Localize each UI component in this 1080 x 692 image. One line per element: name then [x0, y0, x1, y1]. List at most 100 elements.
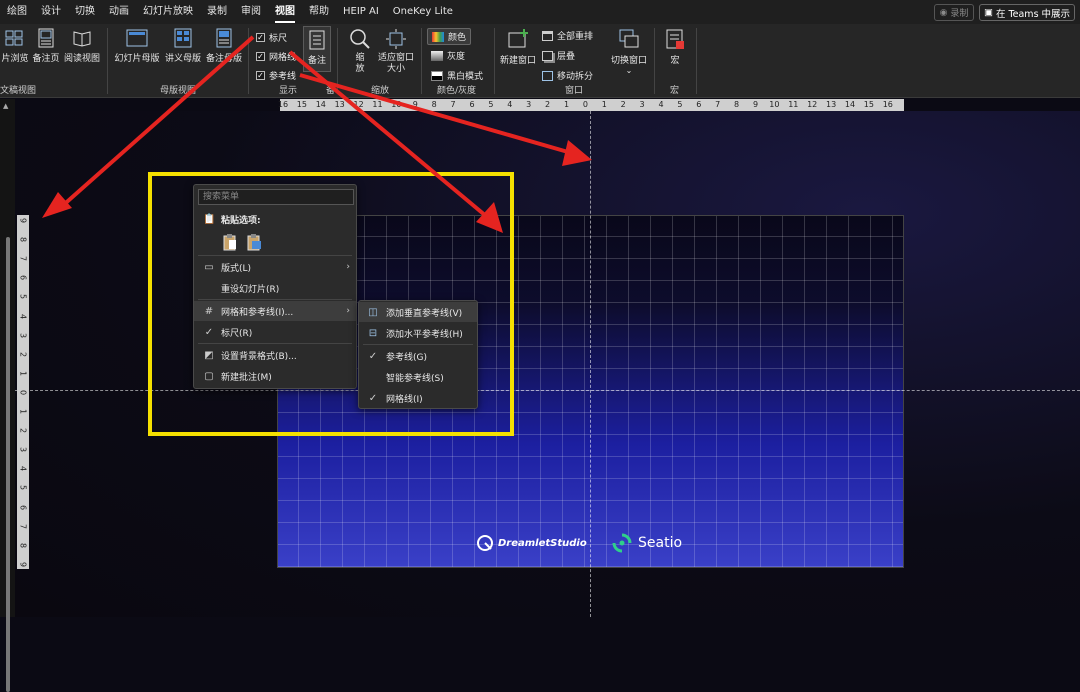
fit-window-icon — [386, 29, 406, 49]
color-button[interactable]: 颜色 — [427, 28, 472, 45]
fit-to-window-button[interactable]: 适应窗口大小 — [377, 28, 415, 75]
submenu-gridlines[interactable]: ✓ 网格线(I) — [359, 388, 477, 408]
paste-use-destination-icon[interactable] — [222, 233, 238, 251]
checkmark-icon: ✓ — [204, 326, 214, 338]
tab-review[interactable]: 审阅 — [234, 0, 268, 24]
menu-item-reset-slide-label: 重设幻灯片(R) — [221, 284, 280, 295]
paste-options-heading: 📋 粘贴选项: — [194, 209, 356, 229]
tab-design[interactable]: 设计 — [34, 0, 68, 24]
cascade-button[interactable]: 层叠 — [542, 49, 575, 62]
ruler-tick-label: 0 — [582, 100, 588, 109]
gridlines-checkbox-label: 网格线 — [269, 53, 297, 63]
color-palette-icon — [432, 31, 444, 42]
submenu-add-horizontal-guide-label: 添加水平参考线(H) — [386, 329, 463, 340]
tab-onekey-lite[interactable]: OneKey Lite — [386, 0, 460, 24]
slide-sorter-button[interactable]: 片浏览 — [0, 28, 30, 64]
ruler-tick-label: 8 — [18, 542, 28, 548]
vertical-scrollbar[interactable] — [6, 237, 10, 692]
guides-checkbox[interactable]: ✓ 参考线 — [256, 69, 296, 82]
group-label-master-views: 母版视图 — [160, 86, 197, 96]
ruler-tick-label: 1 — [601, 100, 607, 109]
arrange-all-icon — [542, 30, 553, 41]
ruler-tick-label: 16 — [277, 100, 289, 109]
ruler-tick-label: 4 — [658, 100, 664, 109]
notes-label: 备注 — [307, 56, 326, 66]
gridlines-checkbox[interactable]: ✓ 网格线 — [256, 50, 296, 63]
ruler-tick-label: 8 — [18, 237, 28, 243]
dreamlet-logo-text: DreamletStudio — [498, 537, 587, 549]
dreamlet-logo-icon — [477, 535, 493, 551]
thumbnail-pane: ▲ — [0, 99, 15, 692]
ruler-tick-label: 6 — [696, 100, 702, 109]
group-label-presentation-views: 文稿视图 — [0, 86, 37, 96]
submenu-add-horizontal-guide[interactable]: ⊟ 添加水平参考线(H) — [359, 323, 477, 343]
tab-animations[interactable]: 动画 — [102, 0, 136, 24]
submenu-gridlines-label: 网格线(I) — [386, 394, 423, 405]
submenu-add-vertical-guide[interactable]: ◫ 添加垂直参考线(V) — [359, 302, 477, 322]
group-label-zoom: 缩放 — [371, 86, 390, 96]
horizontal-guide-icon: ⊟ — [368, 327, 378, 339]
ruler-checkbox[interactable]: ✓ 标尺 — [256, 31, 287, 44]
tab-record[interactable]: 录制 — [200, 0, 234, 24]
context-menu: 搜索菜单 📋 粘贴选项: ▭ 版式(L) › 重设幻灯片(R) # 网格和参考线… — [193, 184, 357, 389]
ruler-tick-label: 12 — [353, 100, 364, 109]
ruler-tick-label: 0 — [18, 389, 28, 395]
notes-page-button[interactable]: 备注页 — [31, 28, 61, 64]
ruler-tick-label: 6 — [18, 275, 28, 281]
tab-slideshow[interactable]: 幻灯片放映 — [136, 0, 200, 24]
notes-toggle-button[interactable]: 备注 — [303, 26, 331, 72]
tab-transitions[interactable]: 切换 — [68, 0, 102, 24]
record-button[interactable]: ◉ 录制 — [934, 4, 974, 21]
ruler-tick-label: 5 — [18, 294, 28, 300]
submenu-add-vertical-guide-label: 添加垂直参考线(V) — [386, 308, 463, 319]
grayscale-button[interactable]: 灰度 — [431, 49, 465, 62]
submenu-smart-guides[interactable]: 智能参考线(S) — [359, 367, 477, 387]
reading-view-icon — [73, 31, 91, 47]
slide-master-icon — [126, 29, 148, 47]
new-window-button[interactable]: 新建窗口 — [498, 28, 538, 66]
seatio-logo-text: Seatio — [638, 535, 683, 551]
move-split-label: 移动拆分 — [557, 72, 594, 82]
tab-view[interactable]: 视图 — [268, 0, 302, 24]
menu-item-ruler[interactable]: ✓ 标尺(R) — [194, 322, 356, 342]
arrange-all-button[interactable]: 全部重排 — [542, 29, 593, 42]
switch-windows-button[interactable]: 切换窗口 ⌄ — [608, 28, 650, 75]
notes-master-button[interactable]: 备注母版 — [204, 28, 244, 64]
notes-page-label: 备注页 — [32, 54, 60, 64]
paste-as-picture-icon[interactable] — [246, 233, 262, 251]
ruler-tick-label: 2 — [545, 100, 551, 109]
vertical-guide[interactable] — [590, 111, 591, 617]
move-split-button[interactable]: 移动拆分 — [542, 69, 593, 82]
present-in-teams-button[interactable]: ▣ 在 Teams 中展示 — [979, 4, 1075, 21]
menu-item-format-background[interactable]: ◩ 设置背景格式(B)... — [194, 345, 356, 365]
ruler-tick-label: 4 — [18, 313, 28, 319]
new-window-icon — [508, 29, 528, 48]
paste-option-buttons — [222, 233, 262, 251]
reading-view-button[interactable]: 阅读视图 — [62, 28, 102, 64]
tab-heip-ai[interactable]: HEIP AI — [336, 0, 386, 24]
handout-master-button[interactable]: 讲义母版 — [163, 28, 203, 64]
zoom-button[interactable]: 缩放 — [343, 28, 377, 75]
checkbox-checked-icon: ✓ — [256, 33, 265, 42]
ruler-tick-label: 8 — [431, 100, 437, 109]
submenu-guides-label: 参考线(G) — [386, 352, 427, 363]
tab-draw[interactable]: 绘图 — [0, 0, 34, 24]
menu-item-ruler-label: 标尺(R) — [221, 328, 253, 339]
group-label-show: 显示 — [279, 86, 298, 96]
menu-item-layout[interactable]: ▭ 版式(L) › — [194, 257, 356, 277]
tab-help[interactable]: 帮助 — [302, 0, 336, 24]
menu-separator — [198, 255, 352, 256]
submenu-smart-guides-label: 智能参考线(S) — [386, 373, 444, 384]
menu-item-new-comment[interactable]: ▢ 新建批注(M) — [194, 366, 356, 386]
menu-item-reset-slide[interactable]: 重设幻灯片(R) — [194, 278, 356, 298]
menu-search-input[interactable]: 搜索菜单 — [198, 189, 354, 205]
black-white-button[interactable]: 黑白模式 — [431, 69, 483, 82]
slide-master-button[interactable]: 幻灯片母版 — [112, 28, 162, 64]
submenu-guides[interactable]: ✓ 参考线(G) — [359, 346, 477, 366]
menu-item-grid-and-guides[interactable]: # 网格和参考线(I)... › — [194, 301, 356, 321]
scroll-up-icon[interactable]: ▲ — [3, 102, 8, 110]
cascade-icon — [542, 50, 553, 61]
macros-button[interactable]: 宏 — [660, 28, 690, 66]
menu-separator — [363, 344, 473, 345]
guides-checkbox-label: 参考线 — [269, 72, 297, 82]
